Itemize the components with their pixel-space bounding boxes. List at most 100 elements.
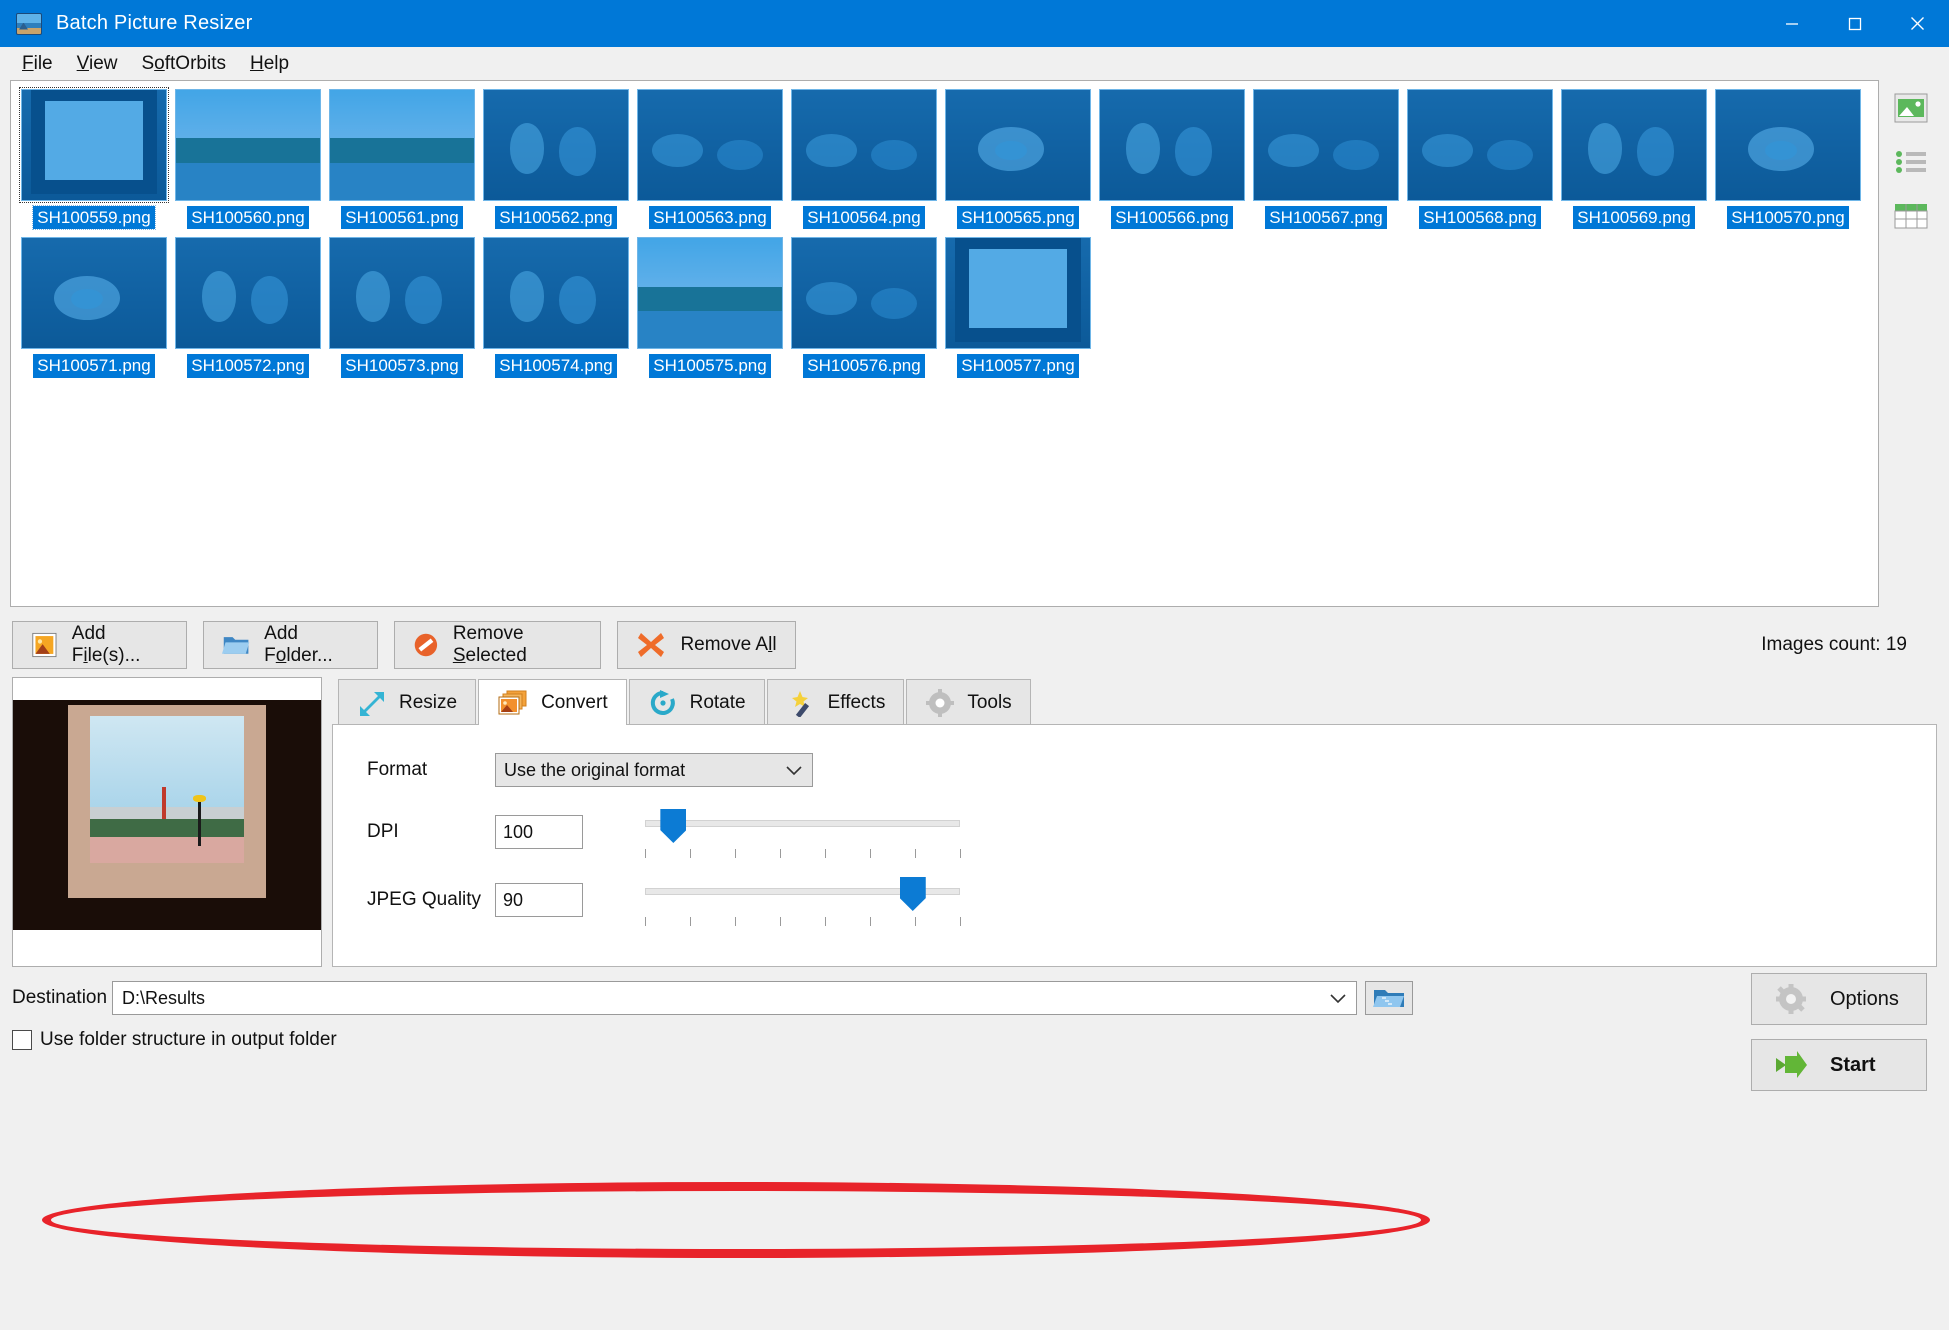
thumbnail-item[interactable]: SH100562.png: [481, 89, 631, 230]
thumbnail-image[interactable]: [791, 237, 937, 350]
tab-rotate-label: Rotate: [689, 691, 746, 713]
tab-resize[interactable]: Resize: [338, 679, 477, 725]
thumbnail-image[interactable]: [1561, 89, 1707, 201]
selection-overlay: [22, 238, 166, 349]
thumbnail-item[interactable]: SH100573.png: [327, 237, 477, 378]
thumbnail-image[interactable]: [637, 237, 783, 350]
start-button[interactable]: Start: [1751, 1039, 1927, 1091]
thumbnail-filename: SH100577.png: [957, 354, 1079, 378]
thumbnail-image[interactable]: [483, 89, 629, 201]
thumbnail-item[interactable]: SH100563.png: [635, 89, 785, 230]
thumbnail-image[interactable]: [329, 89, 475, 201]
convert-panel: Format Use the original format DPI 100 J…: [332, 724, 1937, 967]
remove-selected-button[interactable]: Remove Selected: [394, 621, 601, 669]
thumbnail-image[interactable]: [483, 237, 629, 350]
dpi-slider[interactable]: [645, 809, 961, 858]
format-dropdown[interactable]: Use the original format: [495, 753, 813, 787]
thumbnail-filename: SH100569.png: [1573, 206, 1695, 230]
destination-value: D:\Results: [122, 987, 206, 1008]
chevron-down-icon[interactable]: [1330, 988, 1346, 1009]
thumbnail-image[interactable]: [329, 237, 475, 350]
tab-convert[interactable]: Convert: [478, 679, 627, 725]
use-folder-structure-row[interactable]: Use folder structure in output folder: [12, 1029, 1937, 1051]
thumbnail-list[interactable]: SH100559.png SH100560.png SH100561.png SH10…: [10, 80, 1879, 607]
jpeg-quality-input[interactable]: 90: [495, 883, 583, 917]
close-button[interactable]: [1886, 0, 1949, 47]
thumbnail-item[interactable]: SH100569.png: [1559, 89, 1709, 230]
thumbnail-item[interactable]: SH100574.png: [481, 237, 631, 378]
thumbnail-item[interactable]: SH100567.png: [1251, 89, 1401, 230]
menu-help[interactable]: Help: [238, 49, 301, 79]
selection-overlay: [330, 238, 474, 349]
thumbnail-item[interactable]: SH100571.png: [19, 237, 169, 378]
tab-effects-label: Effects: [827, 691, 886, 713]
thumbnail-item[interactable]: SH100576.png: [789, 237, 939, 378]
file-actions-toolbar: Add File(s)... Add Folder... Remove Sele…: [0, 607, 1949, 677]
thumbnail-item[interactable]: SH100560.png: [173, 89, 323, 230]
add-folder-button[interactable]: Add Folder...: [203, 621, 378, 669]
thumbnail-filename: SH100559.png: [32, 204, 156, 231]
thumbnail-item[interactable]: SH100570.png: [1713, 89, 1863, 230]
list-view-icon[interactable]: [1889, 142, 1933, 182]
thumbnail-item[interactable]: SH100565.png: [943, 89, 1093, 230]
selection-overlay: [1716, 90, 1860, 200]
remove-all-label: Remove All: [680, 634, 777, 655]
thumbnail-item[interactable]: SH100575.png: [635, 237, 785, 378]
thumbnail-image[interactable]: [945, 237, 1091, 350]
format-row: Format Use the original format: [367, 753, 1936, 787]
annotation-ellipse: [42, 1182, 1430, 1258]
add-files-button[interactable]: Add File(s)...: [12, 621, 187, 669]
thumbnail-item[interactable]: SH100559.png: [19, 87, 169, 231]
thumbnail-view-icon[interactable]: [1889, 88, 1933, 128]
thumbnail-image[interactable]: [175, 89, 321, 201]
window-title: Batch Picture Resizer: [56, 12, 253, 34]
thumbnail-image[interactable]: [1407, 89, 1553, 201]
thumbnail-filename: SH100571.png: [33, 354, 155, 378]
tab-effects[interactable]: Effects: [766, 679, 905, 725]
thumbnail-image[interactable]: [21, 237, 167, 350]
menu-file[interactable]: File: [10, 49, 65, 79]
browse-folder-button[interactable]: [1365, 981, 1413, 1015]
thumbnail-image[interactable]: [175, 237, 321, 350]
dpi-slider-thumb[interactable]: [660, 809, 687, 843]
selection-overlay: [484, 238, 628, 349]
thumbnail-image[interactable]: [1099, 89, 1245, 201]
tab-tools[interactable]: Tools: [906, 679, 1031, 725]
thumbnail-filename: SH100568.png: [1419, 206, 1541, 230]
thumbnail-image[interactable]: [1253, 89, 1399, 201]
thumbnail-item[interactable]: SH100566.png: [1097, 89, 1247, 230]
images-count-label: Images count: 19: [1761, 634, 1907, 655]
thumbnail-image[interactable]: [637, 89, 783, 201]
add-file-icon: [32, 632, 57, 658]
destination-input[interactable]: D:\Results: [112, 981, 1357, 1015]
use-folder-structure-checkbox[interactable]: [12, 1030, 32, 1050]
thumbnail-filename: SH100574.png: [495, 354, 617, 378]
thumbnail-item[interactable]: SH100564.png: [789, 89, 939, 230]
jpeg-quality-slider[interactable]: [645, 877, 961, 926]
tab-rotate[interactable]: Rotate: [628, 679, 765, 725]
selection-overlay: [330, 90, 474, 200]
thumbnail-item[interactable]: SH100577.png: [943, 237, 1093, 378]
menu-softorbits[interactable]: SoftOrbits: [129, 49, 238, 79]
selection-overlay: [1254, 90, 1398, 200]
thumbnail-item[interactable]: SH100561.png: [327, 89, 477, 230]
menu-help-label: elp: [263, 52, 290, 74]
thumbnail-image[interactable]: [945, 89, 1091, 201]
thumbnail-image[interactable]: [791, 89, 937, 201]
maximize-button[interactable]: [1823, 0, 1886, 47]
remove-all-button[interactable]: Remove All: [617, 621, 796, 669]
menu-view[interactable]: View: [65, 49, 130, 79]
thumbnail-image[interactable]: [1715, 89, 1861, 201]
options-button[interactable]: Options: [1751, 973, 1927, 1025]
format-value: Use the original format: [504, 759, 686, 780]
selection-overlay: [792, 238, 936, 349]
jpeg-slider-thumb[interactable]: [899, 877, 926, 911]
thumbnail-image[interactable]: [19, 87, 169, 203]
thumbnail-filename: SH100562.png: [495, 206, 617, 230]
details-view-icon[interactable]: [1889, 196, 1933, 236]
dpi-input[interactable]: 100: [495, 815, 583, 849]
app-icon: [16, 12, 42, 35]
thumbnail-item[interactable]: SH100572.png: [173, 237, 323, 378]
thumbnail-item[interactable]: SH100568.png: [1405, 89, 1555, 230]
minimize-button[interactable]: [1760, 0, 1823, 47]
